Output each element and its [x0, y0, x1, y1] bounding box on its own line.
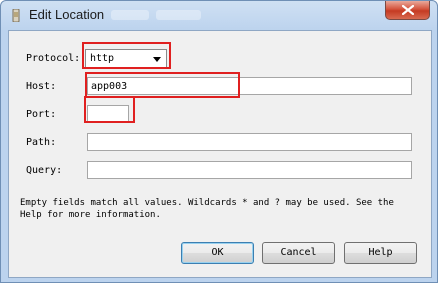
dropdown-arrow-icon [153, 57, 161, 62]
host-input[interactable]: app003 [87, 77, 412, 95]
close-button[interactable] [385, 1, 430, 20]
ok-button[interactable]: OK [181, 242, 254, 264]
background-blur [111, 10, 149, 20]
help-button[interactable]: Help [344, 242, 417, 264]
query-input[interactable] [87, 161, 412, 179]
title-bar[interactable]: Edit Location [1, 1, 437, 29]
host-label: Host: [26, 81, 57, 92]
protocol-label: Protocol: [26, 53, 81, 64]
path-input[interactable] [87, 133, 412, 151]
close-icon [402, 5, 414, 15]
app-icon [12, 9, 20, 22]
cancel-button[interactable]: Cancel [262, 242, 335, 264]
dialog-title: Edit Location [29, 7, 105, 22]
protocol-select[interactable]: http [85, 49, 167, 69]
help-description: Empty fields match all values. Wildcards… [20, 198, 394, 220]
query-label: Query: [26, 165, 63, 176]
port-label: Port: [26, 109, 57, 120]
path-label: Path: [26, 137, 57, 148]
background-blur [156, 10, 201, 20]
port-input[interactable] [87, 105, 129, 123]
dialog-body [8, 30, 432, 278]
protocol-value: http [90, 53, 115, 64]
